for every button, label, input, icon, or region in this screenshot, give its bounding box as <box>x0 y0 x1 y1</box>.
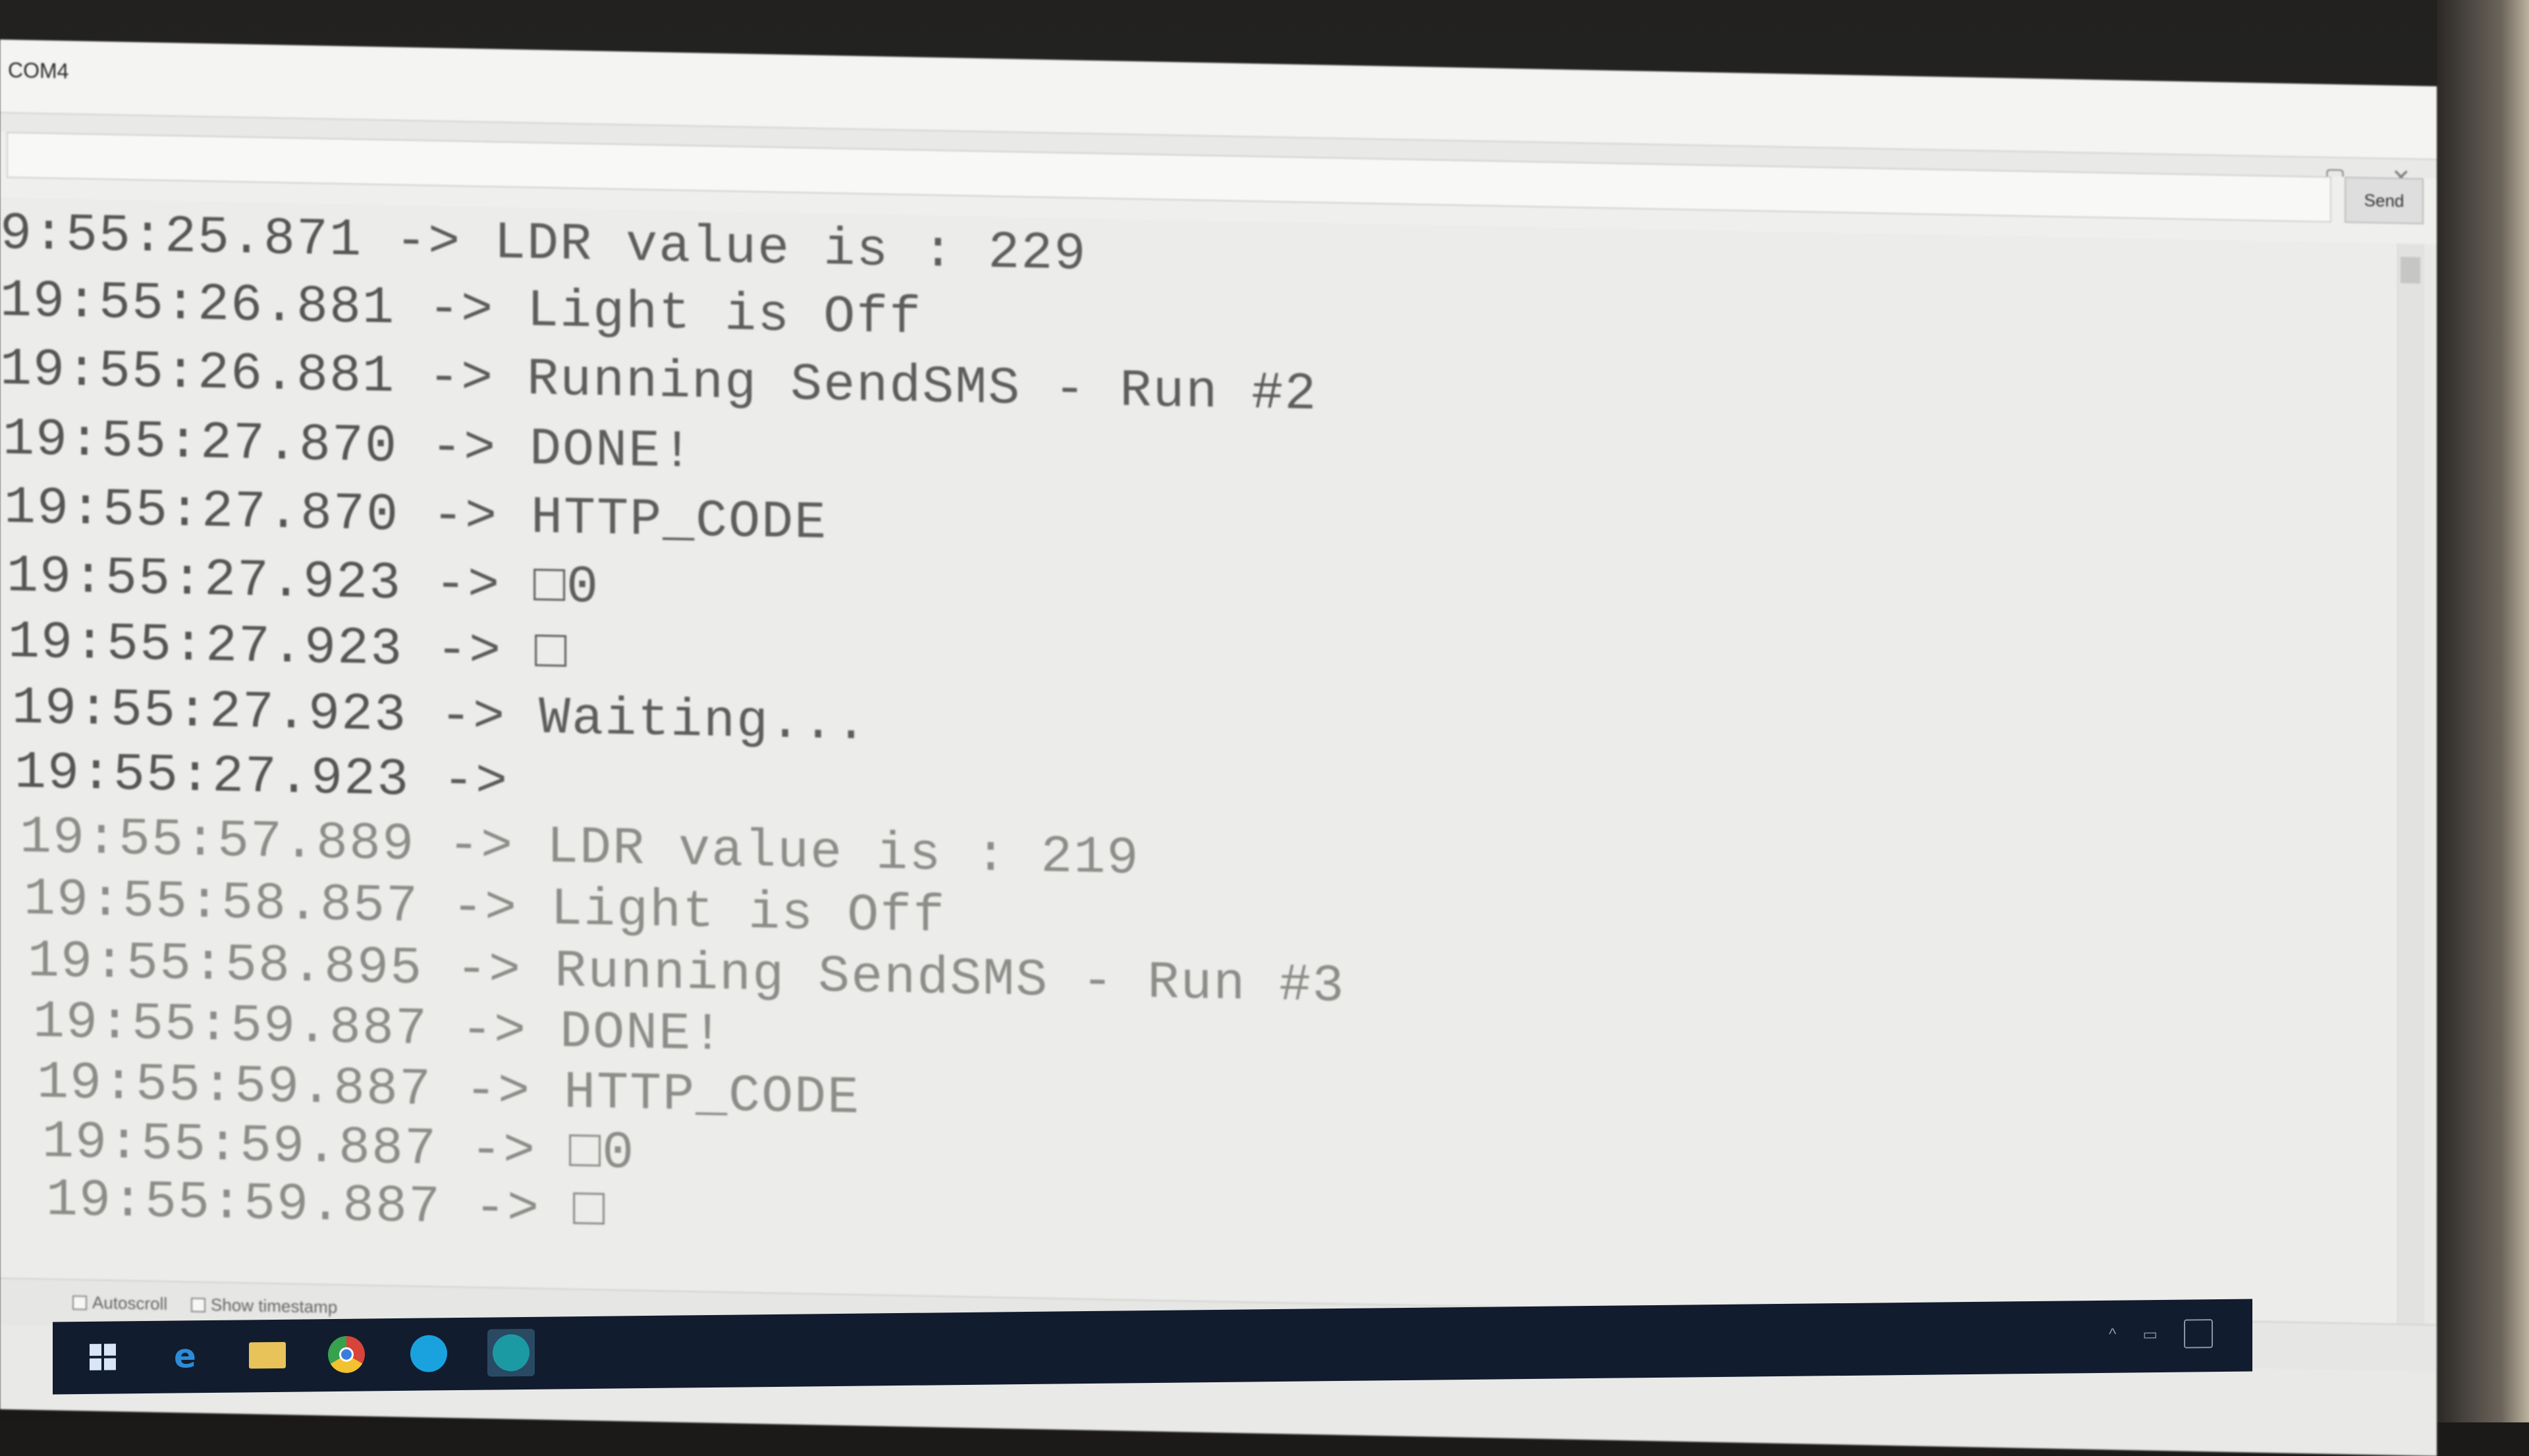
skype-icon[interactable] <box>405 1330 452 1378</box>
log-arrow: -> <box>440 686 506 748</box>
output-scrollbar[interactable] <box>2397 243 2424 1324</box>
log-arrow: -> <box>432 486 499 548</box>
log-message: □0 <box>533 556 600 618</box>
window-title: COM4 <box>8 58 69 84</box>
log-message: □ <box>573 1180 607 1241</box>
log-arrow: -> <box>461 1000 528 1062</box>
log-line: 19:55:59.887 -> □ <box>46 1170 607 1241</box>
log-arrow: -> <box>428 348 495 410</box>
system-tray: ^ ▭ <box>2109 1319 2213 1349</box>
log-message: LDR value is : 219 <box>547 817 1140 890</box>
photo-edge <box>2437 0 2529 1422</box>
network-icon[interactable]: ▭ <box>2142 1325 2158 1344</box>
log-line: 19:55:27.870 -> DONE! <box>3 410 695 483</box>
file-explorer-icon[interactable] <box>244 1332 291 1380</box>
log-line: 19:55:26.881 -> Running SendSMS - Run #2 <box>0 340 1318 425</box>
log-line: 19:55:27.923 -> □ <box>8 612 568 684</box>
log-line: 19:55:26.881 -> Light is Off <box>0 271 923 349</box>
log-message: Light is Off <box>527 281 923 349</box>
log-time: 19:55:58.857 <box>24 869 420 938</box>
log-message: □0 <box>569 1122 636 1184</box>
windows-start-icon[interactable] <box>79 1333 126 1381</box>
log-arrow: -> <box>474 1178 541 1240</box>
log-arrow: -> <box>435 554 501 616</box>
log-line: 19:55:27.923 -> <box>14 743 541 812</box>
log-time: 19:55:57.889 <box>20 807 416 876</box>
log-time: 19:55:58.895 <box>28 931 423 1000</box>
log-arrow: -> <box>448 816 514 877</box>
autoscroll-checkbox[interactable] <box>72 1295 87 1310</box>
log-message: HTTP_CODE <box>564 1063 861 1129</box>
log-message: DONE! <box>560 1002 725 1066</box>
log-time: 19:55:27.870 <box>3 410 398 477</box>
edge-icon[interactable]: e <box>161 1332 209 1380</box>
log-line: 19:55:27.923 -> Waiting... <box>12 678 869 755</box>
log-message: □ <box>535 622 568 684</box>
arduino-icon[interactable] <box>487 1328 535 1377</box>
log-time: 19:55:59.887 <box>33 992 429 1060</box>
log-time: 9:55:25.871 <box>0 204 363 271</box>
log-time: 19:55:27.923 <box>14 743 410 811</box>
log-line: 19:55:27.923 -> □0 <box>7 547 600 618</box>
log-time: 19:55:27.870 <box>4 478 400 546</box>
log-arrow: -> <box>443 751 509 813</box>
log-arrow: -> <box>452 878 518 940</box>
log-time: 19:55:59.887 <box>37 1053 433 1121</box>
log-time: 19:55:26.881 <box>0 340 396 408</box>
log-time: 19:55:27.923 <box>7 547 402 614</box>
scrollbar-thumb[interactable] <box>2401 256 2420 284</box>
log-line: 9:55:25.871 -> LDR value is : 229 <box>0 204 1087 285</box>
log-time: 19:55:27.923 <box>8 612 404 680</box>
notification-icon[interactable] <box>2184 1319 2213 1349</box>
laptop-screen: COM4 — ▢ ✕ Send 9:55:25.871 -> LDR value… <box>0 40 2437 1456</box>
log-message: LDR value is : 229 <box>494 213 1087 285</box>
log-message: Light is Off <box>551 880 946 948</box>
log-arrow: -> <box>465 1061 531 1123</box>
chrome-icon[interactable] <box>323 1330 370 1378</box>
log-arrow: -> <box>456 940 522 1002</box>
log-time: 19:55:27.923 <box>12 678 408 746</box>
log-time: 19:55:59.887 <box>42 1112 438 1180</box>
log-arrow: -> <box>470 1120 537 1182</box>
timestamp-label: Show timestamp <box>211 1295 338 1317</box>
log-line: 19:55:59.887 -> DONE! <box>33 992 724 1065</box>
send-button[interactable]: Send <box>2345 176 2424 225</box>
log-time: 19:55:59.887 <box>46 1170 442 1238</box>
timestamp-option[interactable]: Show timestamp <box>191 1295 337 1318</box>
tray-chevron-icon[interactable]: ^ <box>2109 1326 2116 1344</box>
autoscroll-option[interactable]: Autoscroll <box>72 1292 167 1314</box>
log-arrow: -> <box>431 418 497 479</box>
autoscroll-label: Autoscroll <box>92 1292 168 1314</box>
timestamp-checkbox[interactable] <box>191 1297 205 1312</box>
log-time: 19:55:26.881 <box>0 271 396 339</box>
log-arrow: -> <box>428 279 495 341</box>
log-arrow: -> <box>395 211 462 273</box>
log-message: Running SendSMS - Run #2 <box>527 350 1318 425</box>
log-message: DONE! <box>530 419 695 483</box>
log-message: Waiting... <box>539 688 869 755</box>
log-line: 19:55:27.870 -> HTTP_CODE <box>4 478 828 554</box>
log-message: HTTP_CODE <box>531 488 828 554</box>
serial-output[interactable]: 9:55:25.871 -> LDR value is : 229 19:55:… <box>0 198 2397 1324</box>
log-arrow: -> <box>436 620 503 682</box>
